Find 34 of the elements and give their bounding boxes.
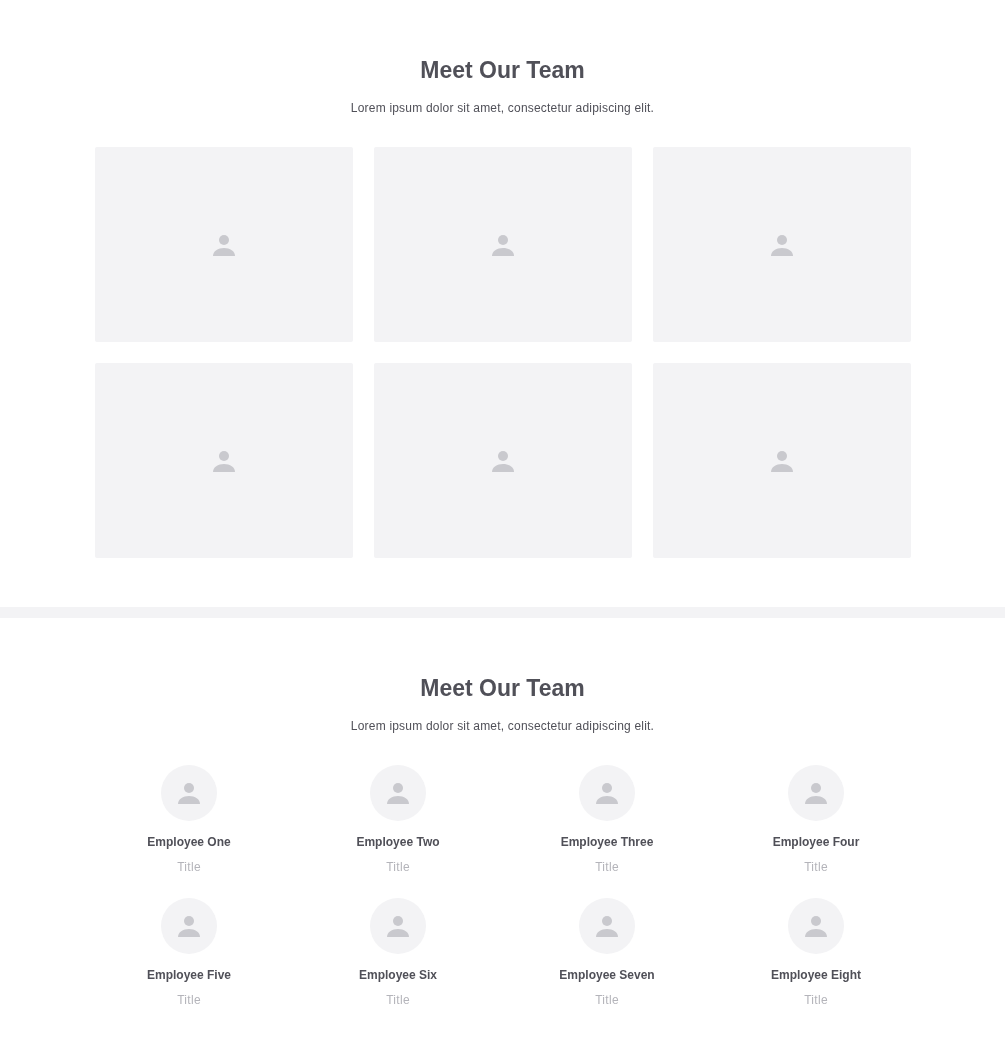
member-title: Title (595, 859, 619, 876)
section-subtitle: Lorem ipsum dolor sit amet, consectetur adipiscing elit. (350, 718, 655, 735)
person-icon (211, 448, 236, 473)
person-icon (177, 914, 201, 938)
member-name: Employee Four (772, 834, 860, 851)
member-name: Employee Seven (559, 967, 655, 984)
person-icon (595, 781, 619, 805)
section-heading: Meet Our Team (420, 56, 585, 85)
member-title: Title (804, 859, 828, 876)
person-icon (595, 914, 619, 938)
person-icon (177, 781, 201, 805)
member-name: Employee One (147, 834, 231, 851)
person-icon (490, 448, 515, 473)
person-icon (804, 781, 828, 805)
section-subtitle: Lorem ipsum dolor sit amet, consectetur adipiscing elit. (350, 100, 655, 117)
member-title: Title (804, 992, 828, 1009)
person-icon (386, 781, 410, 805)
person-icon (211, 232, 236, 257)
member-title: Title (386, 992, 410, 1009)
member-name: Employee Six (358, 967, 437, 984)
member-title: Title (386, 859, 410, 876)
member-name: Employee Three (560, 834, 654, 851)
person-icon (769, 448, 794, 473)
member-name: Employee Five (146, 967, 231, 984)
person-icon (490, 232, 515, 257)
member-name: Employee Two (356, 834, 440, 851)
person-icon (769, 232, 794, 257)
member-name: Employee Eight (771, 967, 861, 984)
member-title: Title (595, 992, 619, 1009)
person-icon (804, 914, 828, 938)
member-title: Title (177, 992, 201, 1009)
section-heading: Meet Our Team (420, 674, 585, 703)
member-title: Title (177, 859, 201, 876)
person-icon (386, 914, 410, 938)
